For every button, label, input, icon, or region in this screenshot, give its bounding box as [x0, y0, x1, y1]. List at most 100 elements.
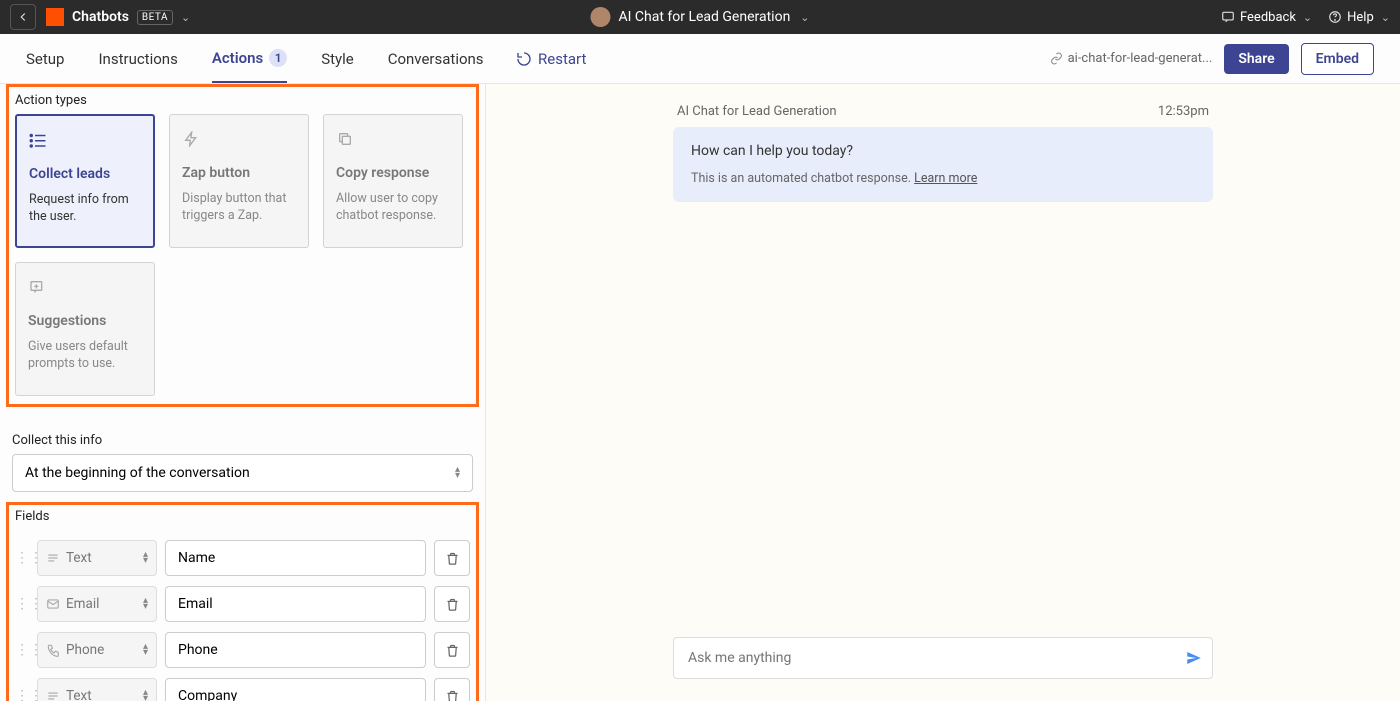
feedback-icon: [1221, 10, 1235, 24]
embed-button[interactable]: Embed: [1301, 43, 1374, 75]
list-icon: [29, 132, 47, 148]
select-updown-icon: ▴▾: [143, 552, 148, 564]
delete-field-button[interactable]: [434, 632, 470, 668]
link-icon: [1050, 52, 1063, 65]
chat-title: AI Chat for Lead Generation: [677, 104, 837, 119]
brand-name: Chatbots: [72, 9, 129, 25]
action-card-zap-button[interactable]: Zap button Display button that triggers …: [169, 114, 309, 248]
add-note-icon: [28, 279, 46, 295]
drag-handle-icon[interactable]: ⋮⋮: [15, 688, 29, 701]
chat-subtext-wrap: This is an automated chatbot response. L…: [691, 171, 1195, 186]
field-type-select[interactable]: Text ▴▾: [37, 678, 157, 701]
chat-input-wrap: [673, 637, 1213, 679]
trash-icon: [445, 643, 460, 658]
select-updown-icon: ▴▾: [455, 467, 460, 479]
field-type-select[interactable]: Email ▴▾: [37, 586, 157, 622]
field-name-input[interactable]: [165, 586, 426, 622]
drag-handle-icon[interactable]: ⋮⋮: [15, 596, 29, 612]
chat-input[interactable]: [673, 637, 1213, 679]
action-types-section: Action types Collect leads Request info …: [6, 84, 479, 407]
select-updown-icon: ▴▾: [143, 598, 148, 610]
page-title-wrap[interactable]: AI Chat for Lead Generation ⌄: [590, 7, 809, 27]
delete-field-button[interactable]: [434, 678, 470, 701]
delete-field-button[interactable]: [434, 586, 470, 622]
chat-subtext: This is an automated chatbot response.: [691, 171, 914, 186]
topbar: Chatbots BETA ⌄ AI Chat for Lead Generat…: [0, 0, 1400, 34]
page-title: AI Chat for Lead Generation: [618, 9, 790, 25]
trash-icon: [445, 597, 460, 612]
drag-handle-icon[interactable]: ⋮⋮: [15, 642, 29, 658]
send-icon: [1185, 649, 1203, 667]
title-chevron-icon: ⌄: [800, 11, 809, 24]
card-title: Copy response: [336, 165, 450, 181]
feedback-link[interactable]: Feedback ⌄: [1221, 10, 1312, 25]
drag-handle-icon[interactable]: ⋮⋮: [15, 550, 29, 566]
action-card-collect-leads[interactable]: Collect leads Request info from the user…: [15, 114, 155, 248]
help-icon: [1328, 10, 1342, 24]
chat-bubble: How can I help you today? This is an aut…: [673, 127, 1213, 202]
action-card-copy-response[interactable]: Copy response Allow user to copy chatbot…: [323, 114, 463, 248]
delete-field-button[interactable]: [434, 540, 470, 576]
action-card-suggestions[interactable]: Suggestions Give users default prompts t…: [15, 262, 155, 396]
card-desc: Give users default prompts to use.: [28, 339, 142, 373]
text-icon: [46, 689, 60, 701]
learn-more-link[interactable]: Learn more: [914, 171, 977, 186]
field-name-input[interactable]: [165, 632, 426, 668]
field-type-select[interactable]: Phone ▴▾: [37, 632, 157, 668]
collect-timing-value: At the beginning of the conversation: [25, 465, 250, 481]
field-type-select[interactable]: Text ▴▾: [37, 540, 157, 576]
trash-icon: [445, 689, 460, 701]
tab-row: Setup Instructions Actions 1 Style Conve…: [0, 34, 1400, 84]
back-button[interactable]: [10, 4, 36, 30]
field-name-input[interactable]: [165, 678, 426, 701]
send-button[interactable]: [1185, 649, 1203, 667]
trash-icon: [445, 551, 460, 566]
brand-logo: [46, 8, 64, 26]
zap-icon: [182, 131, 200, 147]
copy-icon: [336, 131, 354, 147]
collect-label: Collect this info: [12, 431, 473, 454]
email-icon: [46, 597, 60, 611]
card-desc: Request info from the user.: [29, 192, 141, 226]
field-type-label: Text: [66, 688, 92, 701]
tab-style-label: Style: [321, 50, 354, 68]
tab-actions-count: 1: [269, 49, 287, 67]
field-row: ⋮⋮ Text ▴▾: [15, 540, 470, 576]
restart-icon: [516, 51, 532, 67]
brand-chevron-icon[interactable]: ⌄: [181, 11, 190, 24]
chevron-down-icon: ⌄: [1303, 11, 1312, 24]
tab-actions[interactable]: Actions 1: [212, 34, 287, 83]
share-button[interactable]: Share: [1224, 44, 1288, 74]
tab-style[interactable]: Style: [321, 34, 354, 83]
card-desc: Allow user to copy chatbot response.: [336, 191, 450, 225]
collect-timing-select[interactable]: At the beginning of the conversation ▴▾: [12, 454, 473, 492]
main: Action types Collect leads Request info …: [0, 84, 1400, 701]
fields-section: Fields ⋮⋮ Text ▴▾ ⋮⋮ Email ▴▾: [6, 502, 479, 701]
collect-section: Collect this info At the beginning of th…: [0, 419, 485, 492]
help-label: Help: [1347, 10, 1374, 25]
card-title: Collect leads: [29, 166, 141, 182]
share-url-text: ai-chat-for-lead-generat...: [1068, 51, 1213, 66]
preview-pane: AI Chat for Lead Generation 12:53pm How …: [486, 84, 1400, 701]
restart-button[interactable]: Restart: [516, 50, 586, 68]
tab-instructions[interactable]: Instructions: [98, 34, 177, 83]
tab-conversations[interactable]: Conversations: [388, 34, 484, 83]
fields-heading: Fields: [15, 507, 470, 530]
field-type-label: Text: [66, 550, 92, 566]
field-row: ⋮⋮ Email ▴▾: [15, 586, 470, 622]
text-icon: [46, 551, 60, 565]
left-pane: Action types Collect leads Request info …: [0, 84, 486, 701]
tab-setup[interactable]: Setup: [26, 34, 64, 83]
chat-time: 12:53pm: [1158, 104, 1209, 119]
tab-actions-label: Actions: [212, 49, 263, 67]
field-type-label: Email: [66, 596, 99, 612]
tab-conversations-label: Conversations: [388, 50, 484, 68]
help-link[interactable]: Help ⌄: [1328, 10, 1390, 25]
beta-badge: BETA: [137, 10, 173, 25]
restart-label: Restart: [538, 50, 586, 68]
card-title: Zap button: [182, 165, 296, 181]
card-title: Suggestions: [28, 313, 142, 329]
chat-area: AI Chat for Lead Generation 12:53pm How …: [673, 104, 1213, 202]
share-url[interactable]: ai-chat-for-lead-generat...: [1050, 51, 1213, 66]
field-name-input[interactable]: [165, 540, 426, 576]
